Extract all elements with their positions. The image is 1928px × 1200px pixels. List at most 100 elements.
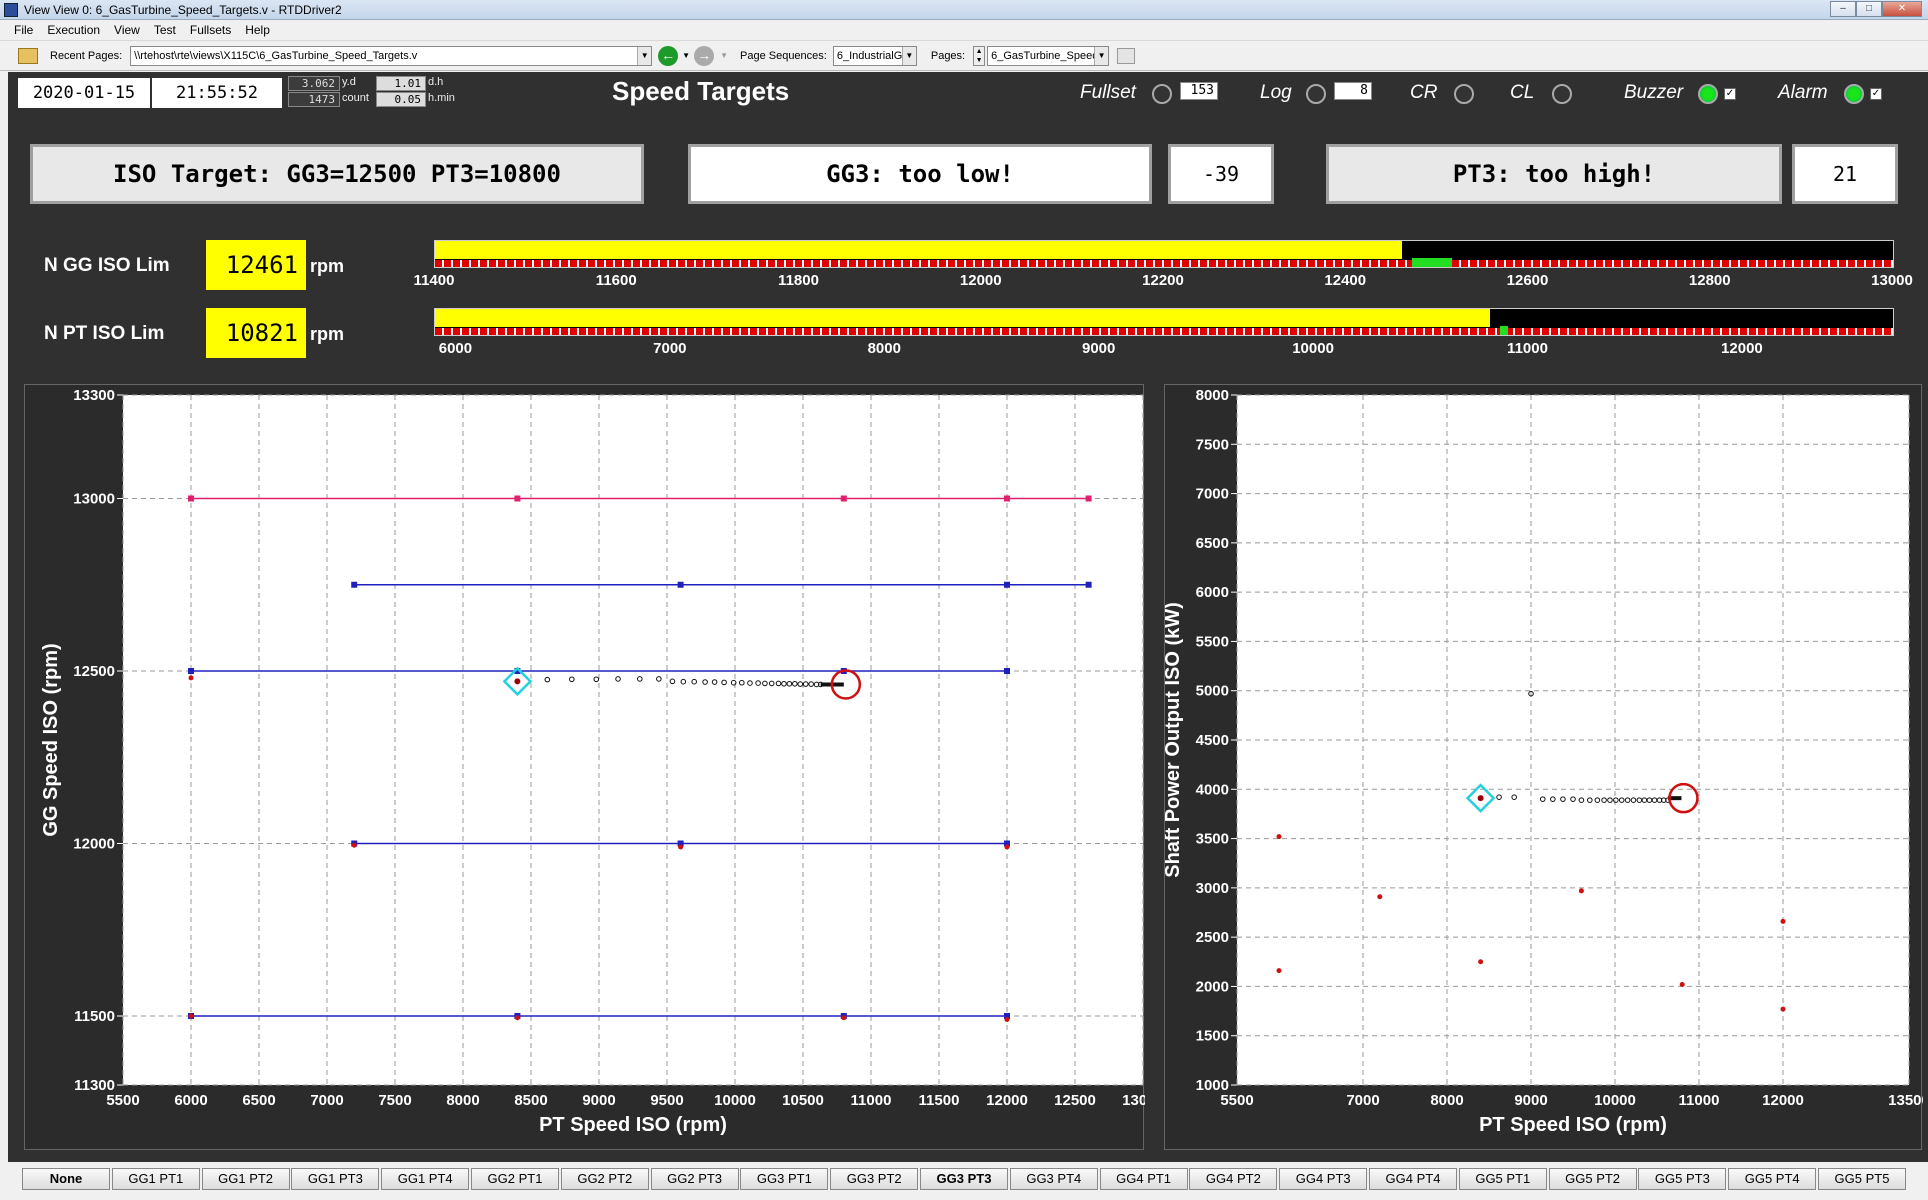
y-tick-label: 5500 — [1196, 633, 1229, 650]
measured-point — [1578, 888, 1584, 894]
fullset-indicator[interactable] — [1152, 84, 1172, 104]
menu-test[interactable]: Test — [154, 23, 176, 37]
fullset-button[interactable]: GG5 PT1 — [1458, 1168, 1547, 1190]
menu-fullsets[interactable]: Fullsets — [190, 23, 231, 37]
pt-target-band — [1500, 326, 1509, 335]
fullset-button[interactable]: GG2 PT2 — [560, 1168, 649, 1190]
pt-limit-unit: rpm — [310, 324, 345, 344]
page-settings-icon[interactable] — [1117, 47, 1136, 64]
x-tick-label: 12500 — [1054, 1092, 1096, 1109]
alarm-indicator[interactable] — [1844, 84, 1864, 104]
forward-history-icon[interactable]: ▼ — [720, 51, 728, 60]
log-indicator[interactable] — [1306, 84, 1326, 104]
measured-point — [514, 1015, 520, 1021]
gg-scale-tick-label: 12800 — [1688, 272, 1731, 289]
fullset-button[interactable]: GG3 PT2 — [830, 1168, 919, 1190]
fullset-button[interactable]: GG4 PT3 — [1279, 1168, 1368, 1190]
cl-indicator[interactable] — [1552, 84, 1572, 104]
open-folder-icon[interactable] — [18, 47, 38, 64]
page-sequences-combo[interactable]: 6_IndustrialG ▼ — [832, 45, 917, 66]
gg-scale-tick-label: 11800 — [778, 272, 819, 289]
x-tick-label: 9500 — [650, 1092, 683, 1109]
back-history-icon[interactable]: ▼ — [682, 51, 690, 60]
gg-limit-value: 12461 — [206, 240, 306, 290]
fullset-button[interactable]: GG4 PT2 — [1189, 1168, 1278, 1190]
fullset-button[interactable]: None — [22, 1168, 110, 1190]
cr-indicator[interactable] — [1454, 84, 1474, 104]
pt-scale-tick-label: 12000 — [1721, 340, 1763, 357]
y-tick-label: 3000 — [1196, 880, 1229, 897]
pt-scale-tick-label: 7000 — [653, 340, 687, 357]
x-tick-label: 10000 — [714, 1092, 756, 1109]
chevron-down-icon: ▼ — [637, 46, 652, 65]
speed-targets-panel: 2020-01-15 21:55:52 3.062 y.d 1473 count… — [8, 72, 1928, 1162]
fullset-button[interactable]: GG5 PT3 — [1638, 1168, 1727, 1190]
pt-scale-tick-label: 6000 — [438, 340, 473, 357]
gg-speed-bar-scale — [435, 260, 1893, 267]
menu-view[interactable]: View — [114, 23, 140, 37]
pt-speed-bar-fill — [435, 309, 1491, 327]
fullset-button[interactable]: GG2 PT3 — [650, 1168, 739, 1190]
gg-scale-tick-label: 12200 — [1142, 272, 1184, 289]
close-button[interactable]: ✕ — [1882, 1, 1922, 17]
x-axis-label: PT Speed ISO (rpm) — [1479, 1114, 1667, 1136]
fullset-button[interactable]: GG1 PT1 — [111, 1168, 200, 1190]
chevron-down-icon: ▼ — [1094, 46, 1109, 65]
measured-point — [1679, 981, 1685, 987]
fullset-button[interactable]: GG3 PT3 — [920, 1168, 1008, 1190]
gg-speed-bar-fill — [435, 241, 1402, 259]
fullset-button[interactable]: GG4 PT1 — [1099, 1168, 1188, 1190]
buzzer-checkbox[interactable]: ✓ — [1724, 88, 1736, 100]
fullset-value: 153 — [1180, 82, 1218, 100]
recent-pages-combo[interactable]: \\rtehost\rte\views\X115C\6_GasTurbine_S… — [130, 45, 653, 66]
y-tick-label: 1500 — [1196, 1028, 1229, 1045]
target-point — [188, 495, 194, 502]
forward-arrow-icon[interactable]: → — [694, 45, 715, 66]
buzzer-indicator[interactable] — [1698, 84, 1718, 104]
fullset-button[interactable]: GG5 PT4 — [1728, 1168, 1817, 1190]
iso-target-banner: ISO Target: GG3=12500 PT3=10800 — [30, 144, 644, 204]
target-point — [514, 495, 521, 502]
menu-help[interactable]: Help — [245, 23, 270, 37]
menu-execution[interactable]: Execution — [47, 23, 100, 37]
fullset-button[interactable]: GG5 PT2 — [1548, 1168, 1637, 1190]
pages-spinner-icon[interactable]: ▲ ▼ — [973, 45, 986, 66]
fullset-button[interactable]: GG1 PT3 — [291, 1168, 380, 1190]
fullset-button[interactable]: GG3 PT4 — [1009, 1168, 1098, 1190]
toolbar: Recent Pages: \\rtehost\rte\views\X115C\… — [0, 41, 1928, 71]
gg3-delta-value: -39 — [1168, 144, 1274, 204]
x-tick-label: 13000 — [1122, 1092, 1145, 1109]
gg-scale-tick-label: 12600 — [1506, 272, 1549, 289]
y-tick-label: 6000 — [1196, 584, 1229, 601]
fullset-button[interactable]: GG4 PT4 — [1369, 1168, 1457, 1190]
pages-label: Pages: — [930, 49, 966, 62]
back-arrow-icon[interactable]: ← — [658, 45, 679, 66]
fullset-button[interactable]: GG1 PT2 — [201, 1168, 290, 1190]
gg-scale-tick-label: 11600 — [595, 272, 637, 289]
gg-speed-bar — [434, 240, 1894, 268]
alarm-checkbox[interactable]: ✓ — [1870, 88, 1882, 100]
x-tick-label: 11500 — [919, 1092, 960, 1109]
measured-point — [351, 842, 357, 848]
y-tick-label: 3500 — [1196, 831, 1229, 848]
measured-point — [1377, 894, 1383, 900]
gg-limit-unit: rpm — [310, 256, 345, 276]
target-point — [1004, 581, 1010, 588]
fullset-button[interactable]: GG5 PT5 — [1818, 1168, 1906, 1190]
y-tick-label: 11300 — [74, 1077, 115, 1094]
log-label: Log — [1260, 82, 1292, 103]
pages-combo[interactable]: 6_GasTurbine_Speed ▼ — [987, 45, 1110, 66]
target-point — [1004, 495, 1010, 502]
fullset-button[interactable]: GG2 PT1 — [471, 1168, 559, 1190]
fullset-button[interactable]: GG1 PT4 — [381, 1168, 470, 1190]
fullset-button[interactable]: GG3 PT1 — [740, 1168, 829, 1190]
recent-pages-label: Recent Pages: — [50, 49, 123, 62]
x-tick-label: 8000 — [446, 1092, 479, 1109]
x-tick-label: 10500 — [782, 1092, 824, 1109]
y-tick-label: 2500 — [1196, 929, 1229, 946]
menu-file[interactable]: File — [14, 23, 33, 37]
maximize-button[interactable]: □ — [1856, 1, 1882, 17]
y-tick-label: 11500 — [74, 1008, 115, 1025]
minimize-button[interactable]: – — [1830, 1, 1856, 17]
cl-label: CL — [1510, 82, 1535, 103]
